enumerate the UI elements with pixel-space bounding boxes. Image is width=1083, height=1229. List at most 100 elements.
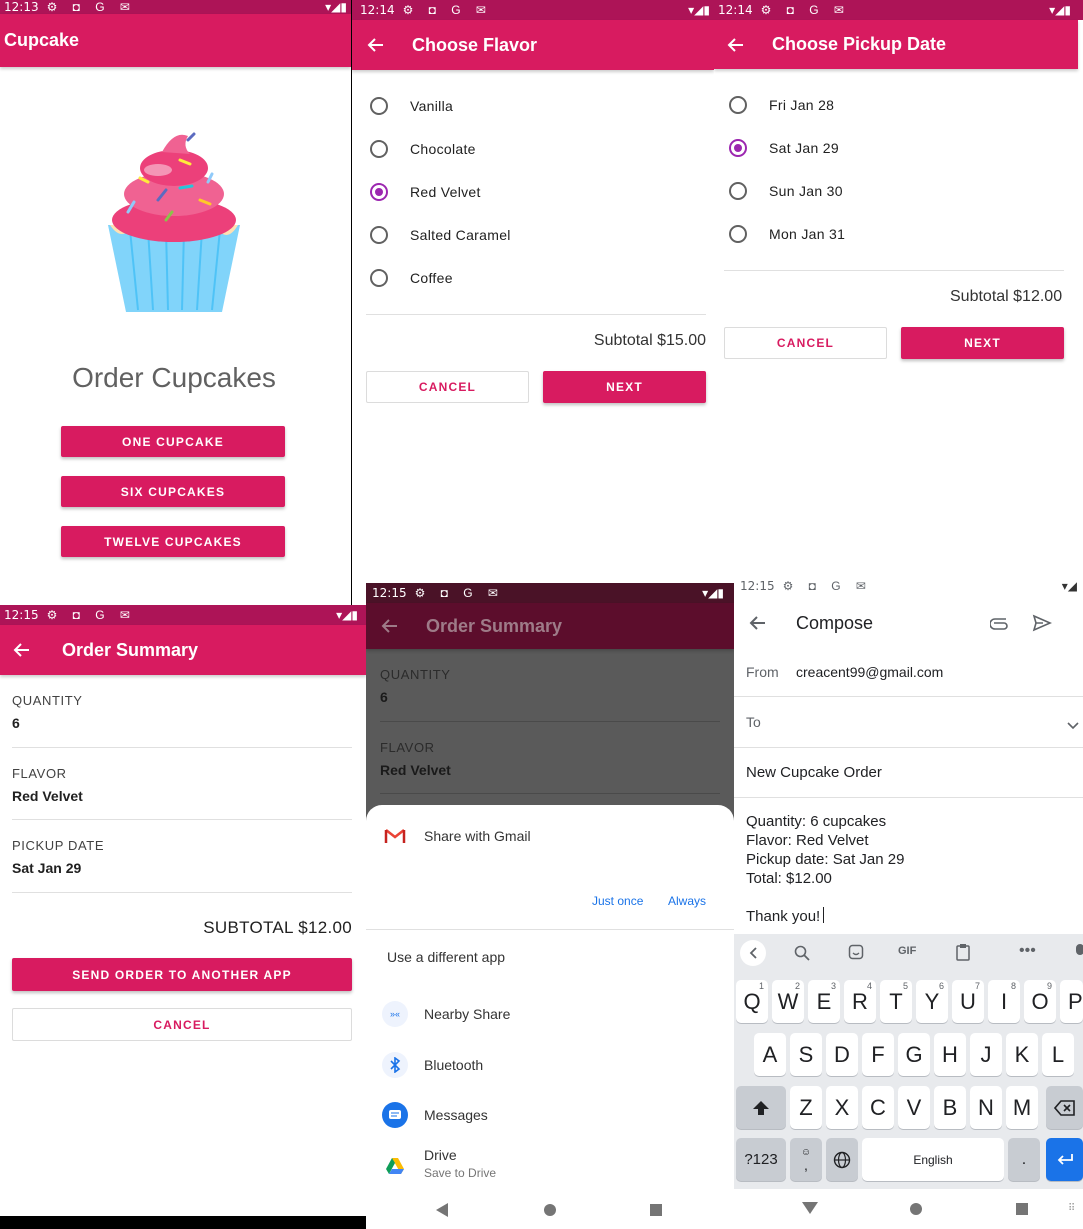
cancel-button[interactable]: CANCEL	[12, 1008, 352, 1041]
app-bluetooth[interactable]: Bluetooth	[382, 1052, 483, 1078]
radio-button[interactable]	[729, 182, 747, 200]
key-f[interactable]: F	[862, 1033, 894, 1076]
more-options-icon[interactable]: ⋮	[1076, 607, 1083, 625]
nav-recents-icon[interactable]	[650, 1204, 662, 1216]
key-v[interactable]: V	[898, 1086, 930, 1129]
clipboard-icon[interactable]	[956, 943, 970, 966]
key-d[interactable]: D	[826, 1033, 858, 1076]
key-b[interactable]: B	[934, 1086, 966, 1129]
emoji-comma-key[interactable]: ☺ ,	[790, 1138, 822, 1181]
key-o[interactable]: O9	[1024, 980, 1056, 1023]
key-g[interactable]: G	[898, 1033, 930, 1076]
app-messages[interactable]: Messages	[382, 1102, 488, 1128]
next-button[interactable]: NEXT	[543, 371, 706, 403]
enter-key[interactable]	[1046, 1138, 1083, 1181]
radio-button[interactable]	[729, 96, 747, 114]
chevron-down-icon[interactable]	[1067, 717, 1079, 735]
radio-button-selected[interactable]	[729, 139, 747, 157]
sticker-icon[interactable]	[848, 944, 864, 965]
keyboard-collapse-icon[interactable]	[740, 940, 766, 966]
mic-icon[interactable]	[1074, 943, 1083, 966]
radio-button[interactable]	[370, 140, 388, 158]
shift-key[interactable]	[736, 1086, 786, 1129]
radio-button-selected[interactable]	[370, 183, 388, 201]
send-order-button[interactable]: SEND ORDER TO ANOTHER APP	[12, 958, 352, 991]
language-key[interactable]	[826, 1138, 858, 1181]
key-j[interactable]: J	[970, 1033, 1002, 1076]
key-e[interactable]: E3	[808, 980, 840, 1023]
key-z[interactable]: Z	[790, 1086, 822, 1129]
app-drive[interactable]: Drive Save to Drive	[382, 1147, 496, 1180]
key-m[interactable]: M	[1006, 1086, 1038, 1129]
shift-icon	[753, 1100, 769, 1115]
backspace-key[interactable]	[1046, 1086, 1083, 1129]
closing-text: Thank you!	[746, 908, 821, 925]
radio-button[interactable]	[370, 97, 388, 115]
to-field[interactable]	[784, 707, 1064, 737]
period-key[interactable]: .	[1008, 1138, 1040, 1181]
twelve-cupcakes-button[interactable]: TWELVE CUPCAKES	[61, 526, 285, 557]
nav-recents-icon[interactable]	[1016, 1203, 1028, 1215]
keyboard-search-icon[interactable]	[794, 945, 810, 966]
back-arrow-icon[interactable]	[726, 34, 748, 56]
just-once-button[interactable]: Just once	[592, 894, 643, 908]
from-label: From	[746, 664, 779, 680]
back-arrow-icon[interactable]	[748, 614, 766, 632]
radio-button[interactable]	[370, 226, 388, 244]
gif-button[interactable]: GIF	[898, 945, 916, 957]
app-nearby-share[interactable]: »« Nearby Share	[382, 1001, 510, 1027]
from-value[interactable]: creacent99@gmail.com	[796, 664, 943, 680]
to-label: To	[746, 714, 761, 730]
flavor-option[interactable]: Red Velvet	[370, 183, 481, 201]
back-arrow-icon[interactable]	[366, 34, 388, 56]
key-p[interactable]: P	[1060, 980, 1083, 1023]
back-arrow-icon[interactable]	[12, 639, 34, 661]
key-k[interactable]: K	[1006, 1033, 1038, 1076]
key-t[interactable]: T5	[880, 980, 912, 1023]
radio-button[interactable]	[729, 225, 747, 243]
key-l[interactable]: L	[1042, 1033, 1074, 1076]
flavor-option[interactable]: Chocolate	[370, 140, 476, 158]
key-y[interactable]: Y6	[916, 980, 948, 1023]
date-option[interactable]: Sun Jan 30	[729, 182, 843, 200]
key-r[interactable]: R4	[844, 980, 876, 1023]
body-field[interactable]: Quantity: 6 cupcakes Flavor: Red Velvet …	[746, 812, 1076, 926]
key-h[interactable]: H	[934, 1033, 966, 1076]
different-app-label: Use a different app	[387, 949, 506, 965]
date-option[interactable]: Mon Jan 31	[729, 225, 845, 243]
radio-button[interactable]	[370, 269, 388, 287]
key-label: W	[777, 988, 799, 1014]
nav-home-icon[interactable]	[910, 1203, 922, 1215]
keyboard-switch-icon[interactable]: ⠿	[1068, 1203, 1075, 1214]
key-a[interactable]: A	[754, 1033, 786, 1076]
key-w[interactable]: W2	[772, 980, 804, 1023]
next-button[interactable]: NEXT	[901, 327, 1064, 359]
attach-icon[interactable]	[989, 613, 1010, 638]
nav-back-icon[interactable]	[802, 1202, 818, 1214]
date-option[interactable]: Sat Jan 29	[729, 139, 839, 157]
share-with-gmail[interactable]: Share with Gmail	[382, 823, 531, 849]
one-cupcake-button[interactable]: ONE CUPCAKE	[61, 426, 285, 457]
key-c[interactable]: C	[862, 1086, 894, 1129]
key-n[interactable]: N	[970, 1086, 1002, 1129]
subject-field[interactable]: New Cupcake Order	[746, 764, 882, 781]
space-key[interactable]: English	[862, 1138, 1004, 1181]
more-icon[interactable]: •••	[1019, 942, 1036, 960]
always-button[interactable]: Always	[668, 894, 706, 908]
flavor-option[interactable]: Coffee	[370, 269, 453, 287]
send-icon[interactable]	[1032, 613, 1052, 638]
symbols-key[interactable]: ?123	[736, 1138, 786, 1181]
flavor-option[interactable]: Salted Caramel	[370, 226, 511, 244]
key-q[interactable]: Q1	[736, 980, 768, 1023]
key-s[interactable]: S	[790, 1033, 822, 1076]
key-i[interactable]: I8	[988, 980, 1020, 1023]
six-cupcakes-button[interactable]: SIX CUPCAKES	[61, 476, 285, 507]
date-option[interactable]: Fri Jan 28	[729, 96, 834, 114]
cancel-button[interactable]: CANCEL	[724, 327, 887, 359]
flavor-option[interactable]: Vanilla	[370, 97, 453, 115]
nav-home-icon[interactable]	[544, 1204, 556, 1216]
key-x[interactable]: X	[826, 1086, 858, 1129]
cancel-button[interactable]: CANCEL	[366, 371, 529, 403]
nav-back-icon[interactable]	[436, 1203, 448, 1217]
key-u[interactable]: U7	[952, 980, 984, 1023]
